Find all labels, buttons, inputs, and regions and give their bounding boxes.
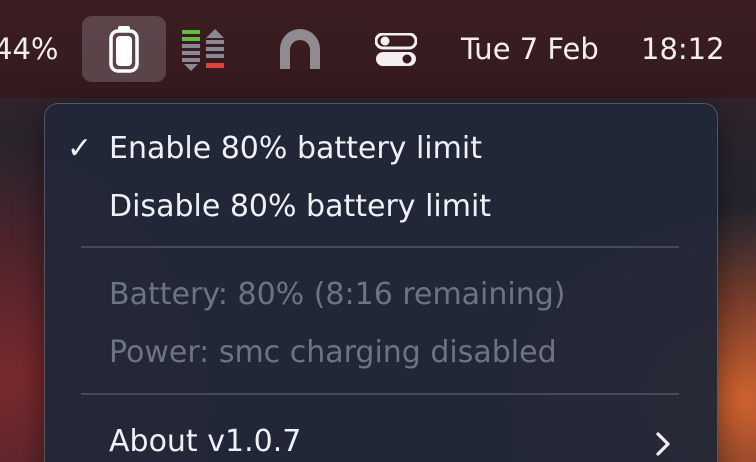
menu-bar: 44% Tue 7 Feb 18:12 bbox=[0, 0, 756, 98]
menu-item-battery-status: Battery: 80% (8:16 remaining) bbox=[45, 267, 717, 323]
menu-item-power-status: Power: smc charging disabled bbox=[45, 325, 717, 381]
battery-limit-menu-button[interactable] bbox=[82, 16, 166, 82]
battery-icon bbox=[109, 26, 139, 73]
menu-item-label: Battery: 80% (8:16 remaining) bbox=[109, 277, 566, 312]
menubar-date[interactable]: Tue 7 Feb bbox=[461, 27, 599, 71]
menu-separator bbox=[81, 393, 679, 395]
menu-separator bbox=[81, 246, 679, 248]
battery-limit-dropdown-menu: ✓ Enable 80% battery limit Disable 80% b… bbox=[44, 103, 718, 462]
menu-item-label: Enable 80% battery limit bbox=[109, 131, 482, 166]
stats-icon[interactable] bbox=[180, 28, 228, 76]
menu-item-label: Power: smc charging disabled bbox=[109, 335, 557, 370]
menu-item-enable-limit[interactable]: ✓ Enable 80% battery limit bbox=[45, 121, 717, 177]
checkmark-icon: ✓ bbox=[67, 131, 93, 166]
control-center-icon[interactable] bbox=[374, 32, 418, 71]
desktop: 44% Tue 7 Feb 18:12 ✓ Enable 80% battery… bbox=[0, 0, 756, 462]
menu-item-label: Disable 80% battery limit bbox=[109, 189, 492, 224]
battery-percent-label[interactable]: 44% bbox=[0, 27, 58, 71]
menubar-time[interactable]: 18:12 bbox=[641, 27, 725, 71]
arch-icon[interactable] bbox=[277, 27, 323, 75]
menu-item-label: About v1.0.7 bbox=[109, 424, 302, 459]
chevron-right-icon bbox=[653, 430, 673, 462]
menu-item-disable-limit[interactable]: Disable 80% battery limit bbox=[45, 179, 717, 235]
menu-item-about[interactable]: About v1.0.7 bbox=[45, 414, 717, 462]
